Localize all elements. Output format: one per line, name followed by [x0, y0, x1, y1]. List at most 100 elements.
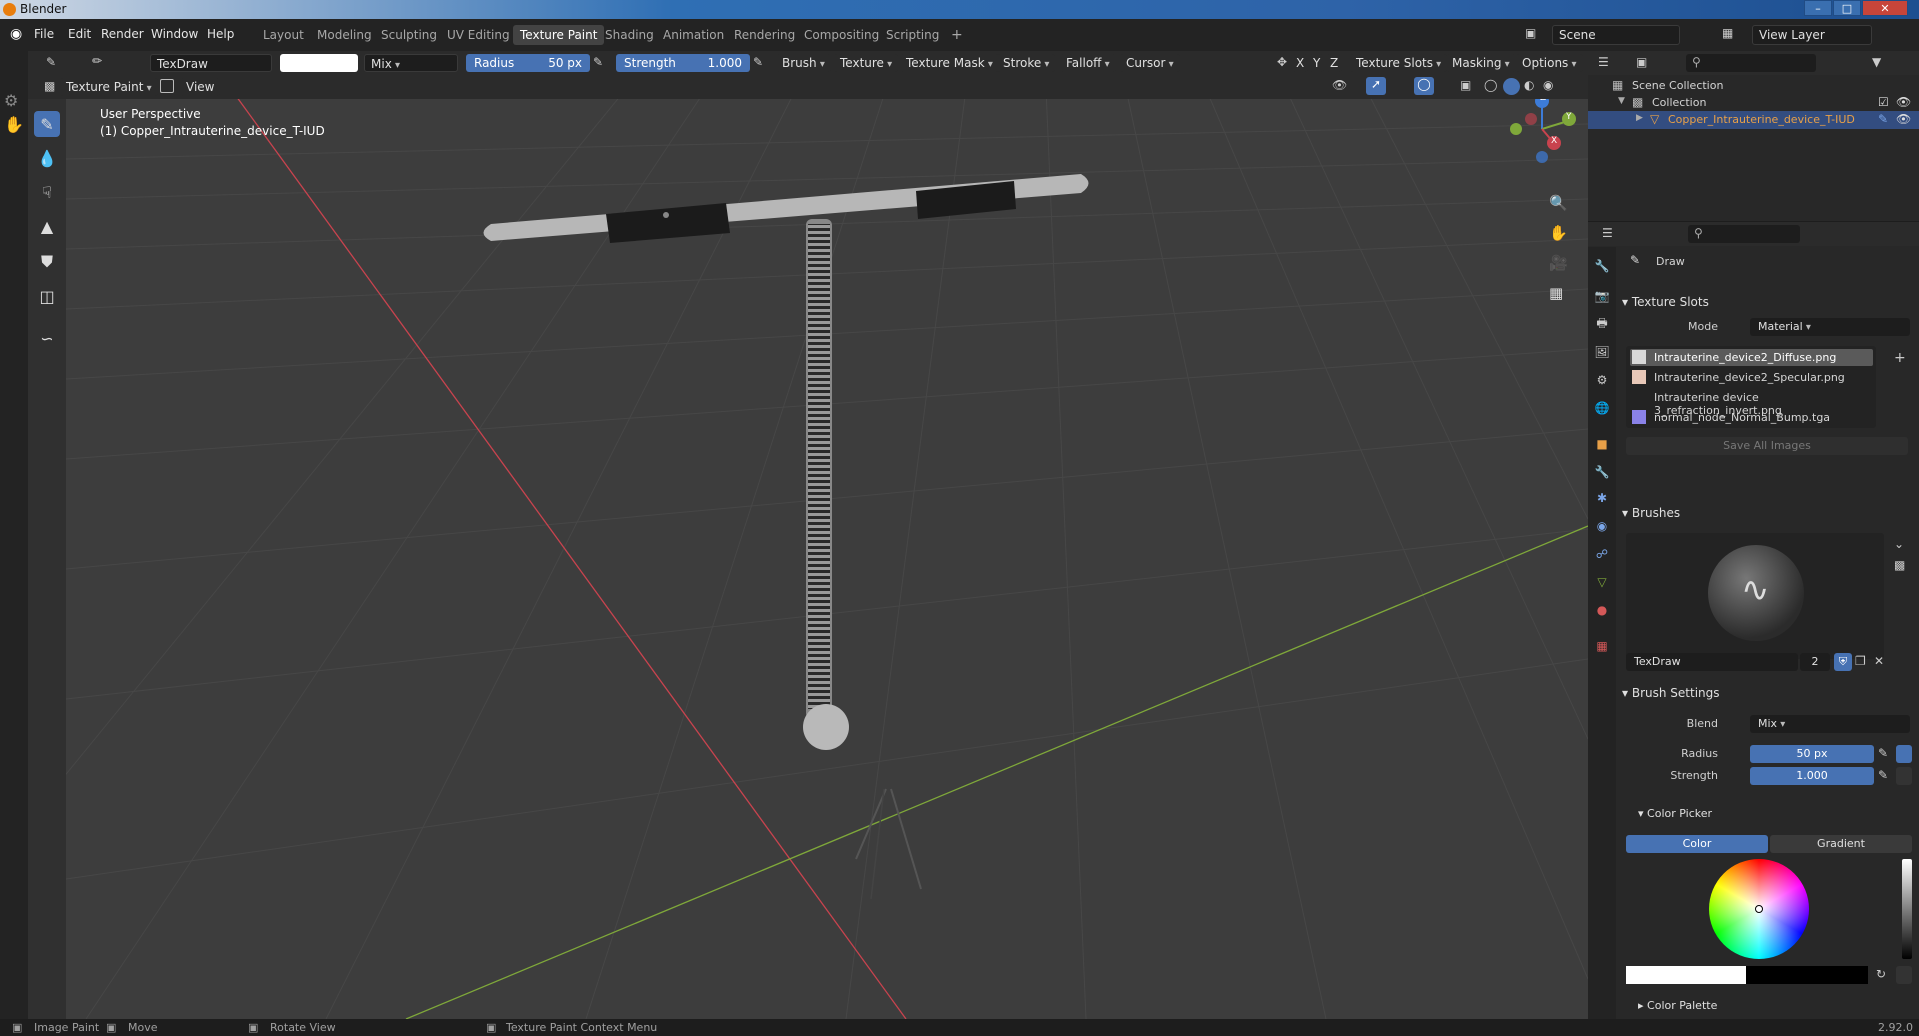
- options-menu[interactable]: Options: [1516, 54, 1583, 72]
- current-color-swatch[interactable]: [1626, 966, 1746, 984]
- maximize-button[interactable]: □: [1833, 0, 1861, 16]
- radius-slider[interactable]: Radius 50 px: [466, 54, 590, 72]
- radius-pressure-icon[interactable]: ✎: [1878, 746, 1888, 760]
- display-mode-icon[interactable]: ▣: [1636, 55, 1647, 69]
- color-tab[interactable]: Color: [1626, 835, 1768, 853]
- swap-colors-icon[interactable]: ↻: [1876, 967, 1886, 981]
- output-tab-icon[interactable]: 🖶: [1593, 315, 1611, 333]
- radius-pressure-icon[interactable]: ✎: [593, 55, 603, 69]
- tab-compositing[interactable]: Compositing: [797, 25, 886, 45]
- navigation-gizmo[interactable]: [1510, 99, 1576, 163]
- draw-tool-icon[interactable]: ✎: [34, 111, 60, 137]
- close-button[interactable]: ✕: [1862, 0, 1908, 16]
- color-unified-icon[interactable]: [1896, 966, 1912, 984]
- particles-tab-icon[interactable]: ✱: [1593, 489, 1611, 507]
- fill-tool-icon[interactable]: ⛊: [34, 249, 60, 275]
- blend-dropdown[interactable]: Mix: [1750, 715, 1910, 733]
- tool-icon[interactable]: ✎: [46, 55, 56, 69]
- texture-tab-icon[interactable]: ▦: [1593, 637, 1611, 655]
- mode-dropdown[interactable]: Material: [1750, 318, 1910, 336]
- data-tab-icon[interactable]: ▽: [1593, 573, 1611, 591]
- outliner-search-input[interactable]: [1686, 54, 1816, 72]
- add-slot-button[interactable]: +: [1894, 350, 1906, 366]
- texture-menu[interactable]: Texture: [834, 54, 899, 72]
- scene-tab-icon[interactable]: ⚙: [1593, 371, 1611, 389]
- smear-tool-icon[interactable]: ☟: [34, 179, 60, 205]
- overlay-toggle-icon[interactable]: ◯: [1414, 77, 1434, 95]
- collection-checkbox-icon[interactable]: ☑: [1878, 95, 1889, 109]
- camera-icon[interactable]: 🎥: [1549, 254, 1568, 272]
- tab-sculpting[interactable]: Sculpting: [374, 25, 444, 45]
- menu-render[interactable]: Render: [101, 27, 144, 41]
- texture-slots-header[interactable]: ▾ Texture Slots: [1622, 295, 1709, 309]
- brush-menu-chevron-icon[interactable]: ⌄: [1894, 537, 1904, 551]
- mode-dropdown[interactable]: Texture Paint: [60, 78, 158, 96]
- modifier-tab-icon[interactable]: 🔧: [1593, 463, 1611, 481]
- brush-settings-header[interactable]: ▾ Brush Settings: [1622, 686, 1720, 700]
- view-layer-tab-icon[interactable]: 🖼: [1593, 343, 1611, 361]
- properties-editor-icon[interactable]: ☰: [1602, 226, 1613, 240]
- strength-pressure-icon[interactable]: ✎: [1878, 768, 1888, 782]
- cursor-menu[interactable]: Cursor: [1120, 54, 1180, 72]
- tab-rendering[interactable]: Rendering: [727, 25, 802, 45]
- falloff-menu[interactable]: Falloff: [1060, 54, 1116, 72]
- pan-icon[interactable]: ✋: [1549, 224, 1568, 242]
- texture-mask-menu[interactable]: Texture Mask: [900, 54, 999, 72]
- annotate-tool-icon[interactable]: ∽: [34, 325, 60, 351]
- gizmo-toggle-icon[interactable]: ➚: [1366, 77, 1386, 95]
- tab-uv-editing[interactable]: UV Editing: [440, 25, 517, 45]
- mirror-z-toggle[interactable]: Z: [1326, 54, 1343, 72]
- duplicate-brush-icon[interactable]: ❐: [1855, 654, 1866, 668]
- material-tab-icon[interactable]: ●: [1593, 601, 1611, 619]
- brush-name-field[interactable]: TexDraw: [150, 54, 272, 72]
- filter-icon[interactable]: ▼: [1872, 55, 1881, 69]
- rendered-shading-icon[interactable]: ◉: [1543, 78, 1553, 92]
- object-tab-icon[interactable]: ■: [1593, 435, 1611, 453]
- mirror-x-toggle[interactable]: X: [1292, 54, 1309, 72]
- brush-menu[interactable]: Brush: [776, 54, 831, 72]
- world-tab-icon[interactable]: 🌐: [1593, 399, 1611, 417]
- scene-collection-label[interactable]: Scene Collection: [1632, 79, 1723, 92]
- texture-slot-item[interactable]: Intrauterine_device2_Diffuse.png: [1654, 351, 1836, 364]
- strength-pressure-icon[interactable]: ✎: [753, 55, 763, 69]
- texture-slot-item[interactable]: normal_node_Normal_Bump.tga: [1654, 411, 1830, 424]
- ortho-grid-icon[interactable]: ▦: [1549, 284, 1563, 302]
- object-label[interactable]: Copper_Intrauterine_device_T-IUD: [1668, 113, 1855, 126]
- brushes-header[interactable]: ▾ Brushes: [1622, 506, 1680, 520]
- tab-shading[interactable]: Shading: [598, 25, 661, 45]
- fake-user-shield-icon[interactable]: ⛨: [1834, 653, 1852, 671]
- 3d-viewport[interactable]: User Perspective (1) Copper_Intrauterine…: [66, 99, 1588, 1019]
- render-tab-icon[interactable]: 📷: [1593, 287, 1611, 305]
- object-expand-icon[interactable]: ▶: [1636, 113, 1643, 123]
- constraints-tab-icon[interactable]: ☍: [1593, 545, 1611, 563]
- properties-search-input[interactable]: [1688, 225, 1800, 243]
- tab-texture-paint[interactable]: Texture Paint: [513, 25, 605, 45]
- color-palette-header[interactable]: ▸ Color Palette: [1638, 999, 1717, 1012]
- collection-label[interactable]: Collection: [1652, 96, 1706, 109]
- material-shading-icon[interactable]: ◐: [1524, 78, 1534, 92]
- collection-expand-icon[interactable]: ▼: [1618, 96, 1625, 106]
- wireframe-shading-icon[interactable]: ◯: [1484, 78, 1497, 92]
- menu-file[interactable]: File: [34, 27, 54, 41]
- brush-preview[interactable]: ∿: [1626, 533, 1884, 659]
- gradient-tab[interactable]: Gradient: [1770, 835, 1912, 853]
- strength-unified-icon[interactable]: [1896, 767, 1912, 785]
- tab-layout[interactable]: Layout: [256, 25, 311, 45]
- zoom-icon[interactable]: 🔍: [1549, 194, 1568, 212]
- object-modifier-icon[interactable]: ✎: [1878, 112, 1888, 126]
- mask-toggle-icon[interactable]: [160, 79, 174, 93]
- pan-hand-icon[interactable]: ✋: [4, 115, 24, 134]
- clone-tool-icon[interactable]: ▲: [34, 213, 60, 239]
- radius-unified-icon[interactable]: [1896, 745, 1912, 763]
- mirror-y-toggle[interactable]: Y: [1309, 54, 1325, 72]
- blend-mode-dropdown[interactable]: Mix: [364, 54, 458, 72]
- color-wheel-cursor[interactable]: [1755, 905, 1763, 913]
- strength-slider[interactable]: Strength 1.000: [616, 54, 750, 72]
- tab-modeling[interactable]: Modeling: [310, 25, 379, 45]
- save-all-images-button[interactable]: Save All Images: [1626, 437, 1908, 455]
- view-layer-selector[interactable]: View Layer: [1752, 25, 1872, 45]
- strength-slider[interactable]: 1.000: [1750, 767, 1874, 785]
- add-workspace-button[interactable]: +: [944, 25, 970, 45]
- menu-help[interactable]: Help: [207, 27, 234, 41]
- outliner-editor-icon[interactable]: ☰: [1598, 55, 1609, 69]
